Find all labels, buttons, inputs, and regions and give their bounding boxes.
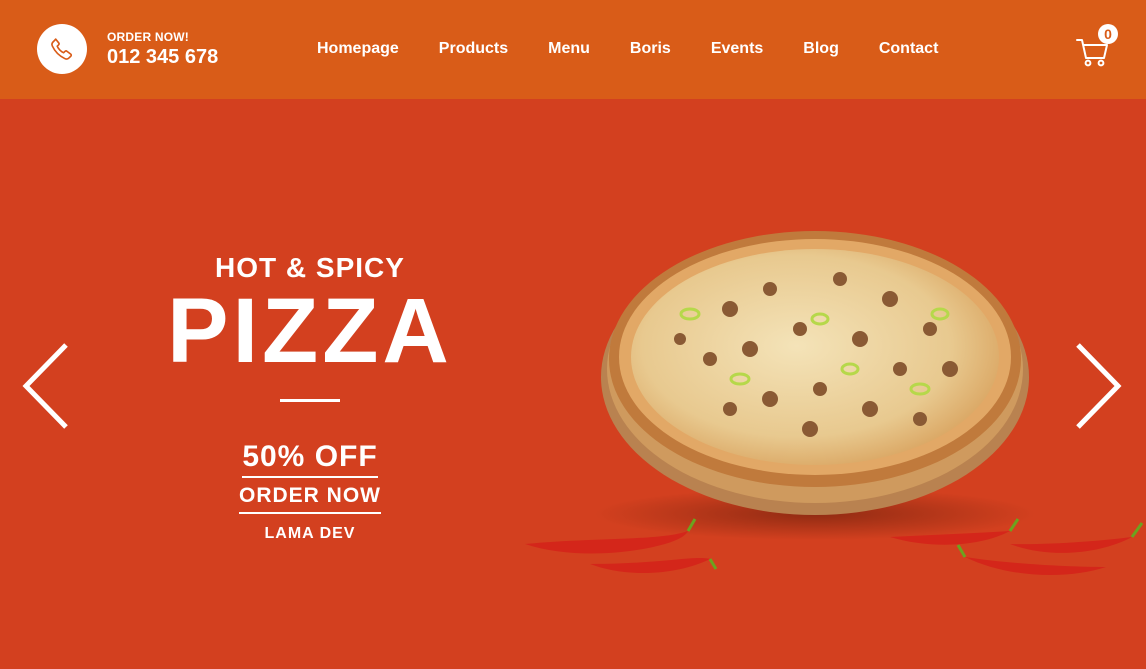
nav-blog[interactable]: Blog	[803, 40, 839, 58]
slider-next-button[interactable]	[1070, 341, 1126, 431]
hero-slider: HOT & SPICY PIZZA 50% OFF ORDER NOW LAMA…	[0, 99, 1146, 669]
nav-contact[interactable]: Contact	[879, 40, 939, 58]
slider-prev-button[interactable]	[18, 341, 74, 431]
chevron-left-icon	[22, 343, 68, 429]
navbar: ORDER NOW! 012 345 678 Homepage Products…	[0, 0, 1146, 99]
chevron-right-icon	[1076, 343, 1122, 429]
promo-title: PIZZA	[167, 280, 453, 382]
order-now-link[interactable]: ORDER NOW	[239, 484, 381, 514]
nav-events[interactable]: Events	[711, 40, 763, 58]
phone-number[interactable]: 012 345 678	[107, 45, 218, 69]
main-nav: Homepage Products Menu Boris Events Blog…	[317, 40, 978, 58]
promo-block: HOT & SPICY PIZZA 50% OFF ORDER NOW LAMA…	[90, 251, 530, 544]
cart-button[interactable]: 0	[1076, 24, 1118, 68]
phone-icon	[51, 38, 73, 60]
nav-boris[interactable]: Boris	[630, 40, 671, 58]
cart-count-badge: 0	[1098, 24, 1118, 44]
nav-products[interactable]: Products	[439, 40, 508, 58]
promo-brand: LAMA DEV	[264, 525, 356, 542]
promo-discount: 50% OFF	[242, 440, 378, 478]
order-label: ORDER NOW!	[107, 30, 189, 44]
nav-menu[interactable]: Menu	[548, 40, 590, 58]
order-info: ORDER NOW! 012 345 678	[107, 30, 218, 69]
phone-button[interactable]	[37, 24, 87, 74]
nav-homepage[interactable]: Homepage	[317, 40, 399, 58]
pizza-image	[525, 231, 1144, 576]
